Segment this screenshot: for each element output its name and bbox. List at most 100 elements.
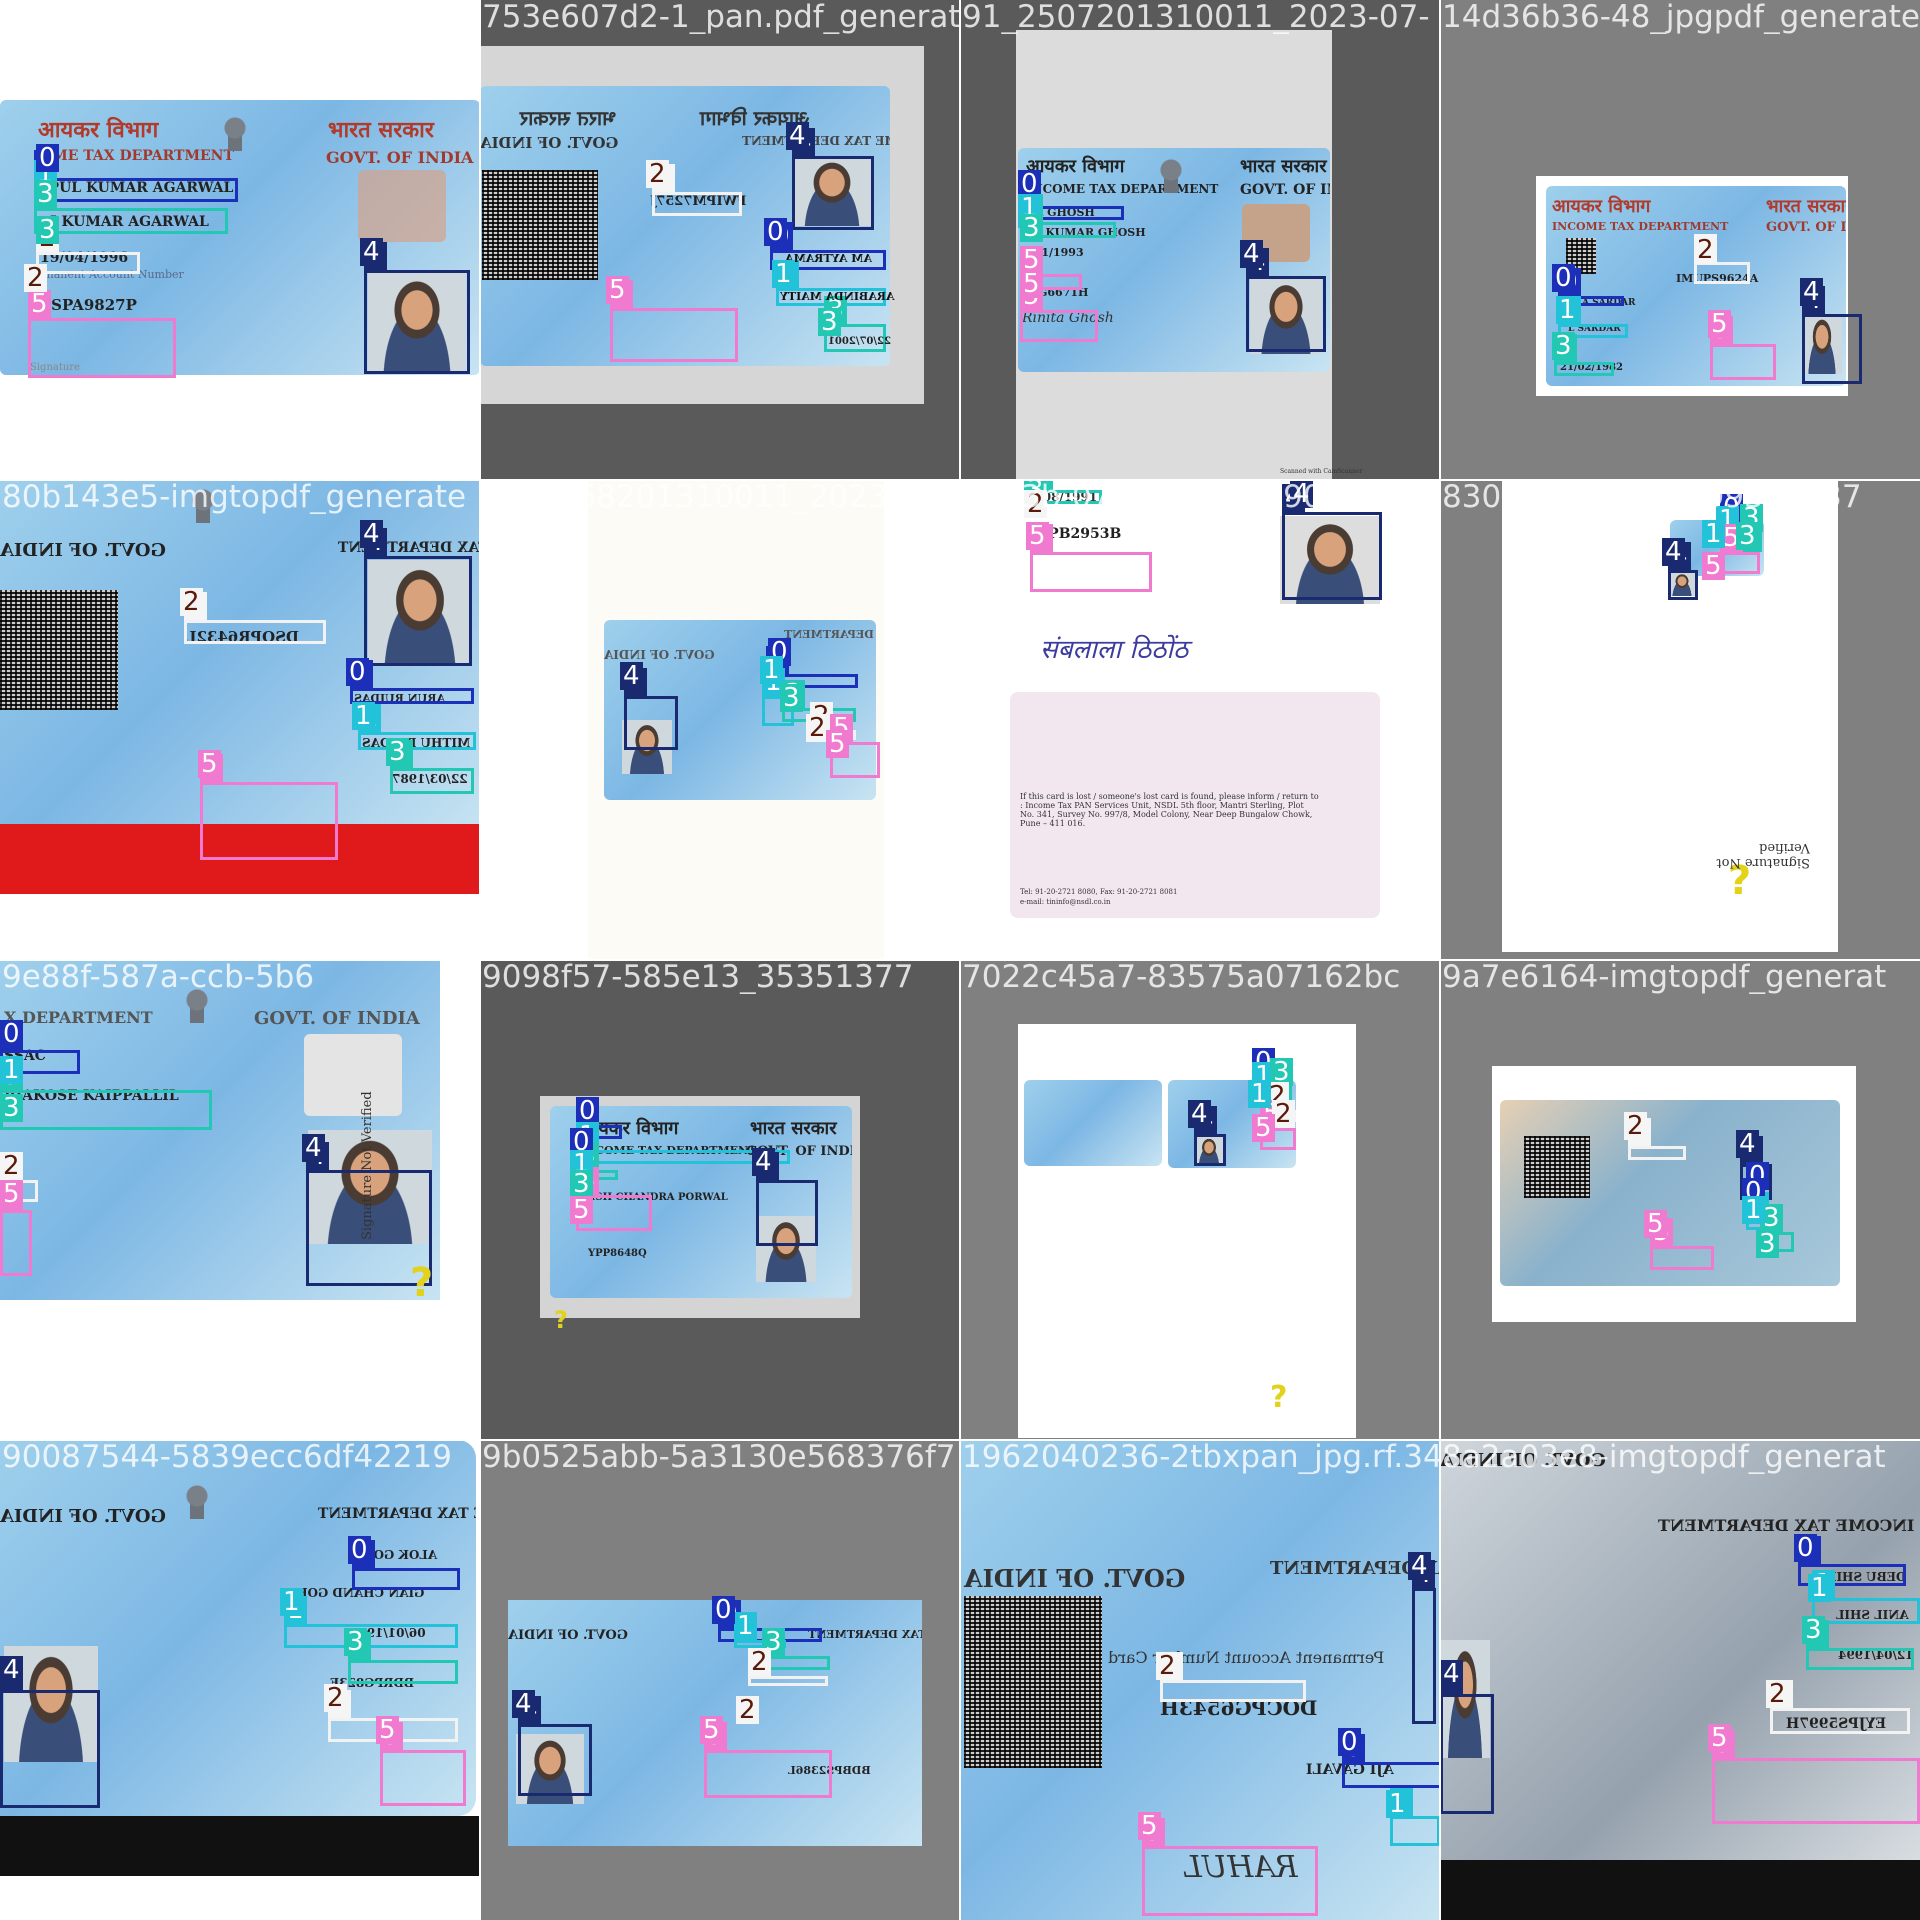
bbox-class-4: 4 (1440, 1666, 1494, 1814)
bbox-class-5: 5 (1712, 1730, 1920, 1824)
bbox-class-3: 3 (0, 1062, 212, 1130)
card-text: ARABINDA MAITY (780, 290, 895, 303)
tile-title: 1962040236-2tbxpan_jpg.rf.34cf5 (962, 1440, 1440, 1474)
bbox-class-2: 2 (1160, 1652, 1306, 1702)
bbox-class-0: 0 (352, 1540, 460, 1590)
back-card: If this card is lost / someone's lost ca… (1010, 692, 1380, 918)
bbox-label-0: 0 (1552, 264, 1575, 292)
bbox-class-4: 4 (1802, 286, 1862, 384)
hologram (304, 1034, 402, 1116)
bbox-label-5: 5 (0, 1180, 23, 1208)
yellow-qmark-icon: ? (1270, 1380, 1288, 1415)
bbox-class-5: 5 (1030, 524, 1152, 592)
qr-code (0, 590, 118, 710)
bbox-label-1: 1 (1386, 1790, 1409, 1818)
tile-12: 4201354201359a7e6164-imgtopdf_generat (1440, 960, 1920, 1440)
bbox-label-2: 2 (324, 1684, 347, 1712)
bbox-class-3: 3 (390, 740, 474, 794)
card-text: Tel: 91-20-2721 8080, Fax: 91-20-2721 80… (1020, 888, 1178, 896)
bbox-label-2: 2 (646, 160, 669, 188)
bbox-class-2: 2 (1694, 234, 1750, 284)
mosaic-grid: आयकर विभाग भारत सरकार OME TAX DEPARTMENT GO… (0, 0, 1920, 1920)
bbox-class-4: 4 (364, 242, 470, 374)
qr-code (1524, 1136, 1590, 1198)
bbox-class-1: 1 (358, 704, 476, 750)
card-text: INCOME TAX DEPARTMENT (742, 134, 890, 148)
bbox-label-5: 5 (1026, 522, 1049, 550)
card-text: INCOME TAX DEPARTMENT (784, 628, 876, 641)
tile-title: 9b_2568201310011_2023-07 (482, 480, 939, 514)
bbox-class-5: 5 (704, 1722, 832, 1798)
bbox-label-5: 5 (1020, 270, 1043, 298)
black-band (0, 1816, 480, 1876)
bbox-label-2: 2 (1624, 1112, 1647, 1140)
card-text: GOVT. OF INDIA (254, 1008, 420, 1029)
tile-title: 753e607d2-1_pan.pdf_generate (482, 0, 960, 34)
grid-line (0, 1439, 1920, 1441)
bbox-label-4: 4 (1408, 1552, 1431, 1580)
tile-15: GOVT. OF INDIAINCOME TAX DEPARTMENTPerma… (960, 1440, 1440, 1920)
card-text: आयकर विभाग (38, 117, 159, 143)
tile-14: GOVT. OF INDIAINCOME TAX DEPARTMENTBDBPS… (480, 1440, 960, 1920)
tile-9: X DEPARTMENT GOVT. OF INDIA SSAC RIAKOSE KA… (0, 960, 480, 1440)
bbox-label-4: 4 (620, 662, 643, 690)
tile-5: GOVT. OF INDIAINCOME TAX DEPARTMENTDSOPR… (0, 480, 480, 960)
bbox-class-4: 4 (518, 1696, 592, 1796)
bbox-label-5: 5 (606, 276, 629, 304)
card-text: Permanent Account Number Card (1108, 1648, 1385, 1667)
tile-10: आयकर विभाग भारत सरकार INCOME TAX DEPARTMEN… (480, 960, 960, 1440)
bbox-label-2: 2 (180, 588, 203, 616)
bbox-label-2: 2 (24, 264, 47, 292)
card-text: GOVT. OF INDIA (964, 1564, 1186, 1593)
bbox-label-3: 3 (1756, 1230, 1779, 1258)
grid-line (0, 479, 1920, 481)
card-text: INCOME TAX DEPARTMENT (1658, 1516, 1915, 1535)
card-text: e-mail: tininfo@nsdl.co.in (1020, 898, 1111, 906)
tile-8: 013541354?Signature Not Verified830a780-… (1440, 480, 1920, 960)
bbox-class-5: 5 (380, 1722, 466, 1806)
card-text: भारत सरकार (1766, 196, 1846, 217)
bbox-label-4: 4 (752, 1148, 775, 1176)
card-text: Signature Not Verified (360, 1091, 375, 1240)
bbox-label-3: 3 (344, 1628, 367, 1656)
bbox-label-0: 0 (348, 1536, 371, 1564)
card-text: GOVT. OF INDIA (480, 134, 619, 152)
bbox-label-3: 3 (34, 180, 57, 208)
bbox-label-1: 1 (1248, 1080, 1271, 1108)
bbox-class-4: 4 (1282, 484, 1382, 600)
bbox-class-4: 4 (0, 1662, 100, 1808)
bbox-class-2: 2 (748, 1648, 828, 1686)
bbox-label-4: 4 (786, 122, 809, 150)
bbox-label-1: 1 (1702, 520, 1725, 548)
bbox-label-5: 5 (1702, 552, 1725, 580)
bbox-label-4: 4 (360, 520, 383, 548)
bbox-label-5: 5 (1252, 1114, 1275, 1142)
card-text: TSPA9827P (40, 296, 137, 314)
bbox-class-3: 3 (1554, 334, 1614, 376)
bbox-label-0: 0 (712, 1596, 735, 1624)
bbox-class-5: 5 (1650, 1218, 1714, 1270)
bbox-class-2: 2 (1770, 1680, 1910, 1734)
qr-code (482, 170, 598, 280)
bbox-label-3: 3 (818, 308, 841, 336)
bbox-class-1: 1 (1390, 1788, 1440, 1846)
bbox-class-5: 5 (1020, 282, 1098, 342)
bbox-label-4: 4 (1662, 538, 1685, 566)
bbox-class-2: 2 (652, 164, 742, 216)
bbox-label-3: 3 (570, 1170, 593, 1198)
emblem-icon (222, 116, 248, 156)
bbox-label-2: 2 (1694, 236, 1717, 264)
card-text: GOVT. OF INDIA (604, 648, 715, 662)
hologram (358, 170, 446, 242)
card-text: भारत सरकार (750, 1118, 837, 1139)
bbox-label-5: 5 (28, 290, 51, 318)
bbox-class-5: 5 (1142, 1818, 1318, 1916)
bbox-class-4: 4 (792, 128, 874, 230)
tile-4: आयकर विभाग भारत सरकार INCOME TAX DEPARTMEN… (1440, 0, 1920, 480)
bbox-class-5: 5 (28, 290, 176, 378)
grid-line (0, 959, 1920, 961)
bbox-label-3: 3 (1552, 332, 1575, 360)
yellow-qmark-icon: ? (410, 1260, 434, 1306)
card-text: संबलाला ठिठोंठ (1040, 635, 1189, 665)
bbox-class-4: 4 (756, 1152, 818, 1246)
